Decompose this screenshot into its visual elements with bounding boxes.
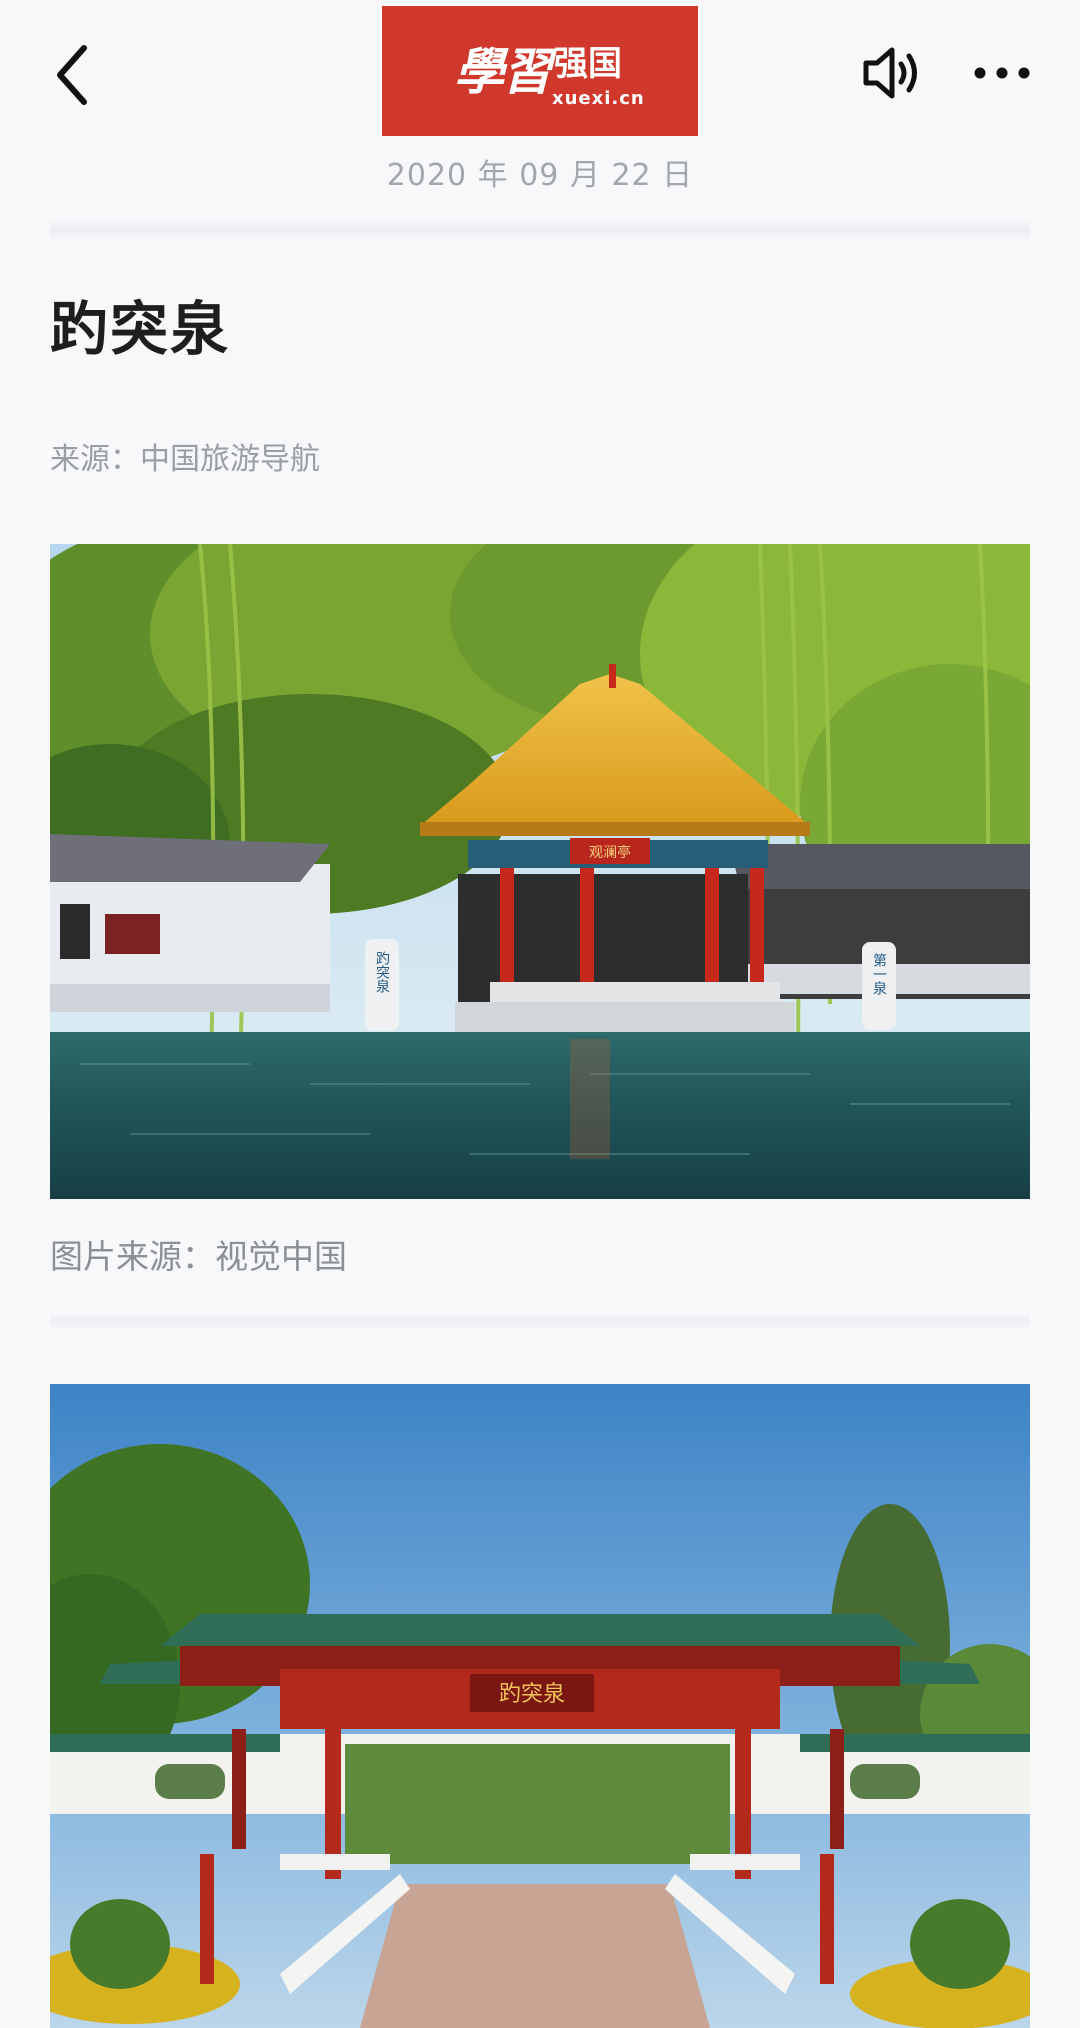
stele-right-text: 第一泉 [871,952,887,995]
pavilion-plaque: 观澜亭 [589,844,631,861]
image-caption: 图片来源：视觉中国 [50,1237,347,1276]
divider [50,220,1030,242]
logo-subtext: xuexi.cn [552,88,645,109]
logo-text: 强国 [554,44,622,84]
article-image-pavilion[interactable]: 观澜亭 趵突泉 第一泉 [50,544,1030,1199]
read-aloud-button[interactable] [860,40,926,106]
divider [50,1314,1030,1330]
back-button[interactable] [50,40,110,110]
top-bar: 學習 强国 xuexi.cn [0,0,1080,150]
article-image-gate[interactable]: 趵突泉 [50,1384,1030,2028]
stele-left-text: 趵突泉 [374,951,390,993]
article-title: 趵突泉 [50,295,231,363]
app-logo: 學習 强国 xuexi.cn [382,6,698,136]
chevron-left-icon [57,45,87,105]
logo-calligraphy: 學習 [454,42,552,101]
more-options-button[interactable] [970,60,1034,86]
publish-date: 2020 年 09 月 22 日 [386,158,694,193]
speaker-icon [863,47,917,99]
gate-plaque: 趵突泉 [499,1682,565,1707]
more-horizontal-icon [974,67,1030,79]
article-source: 来源：中国旅游导航 [50,442,320,477]
